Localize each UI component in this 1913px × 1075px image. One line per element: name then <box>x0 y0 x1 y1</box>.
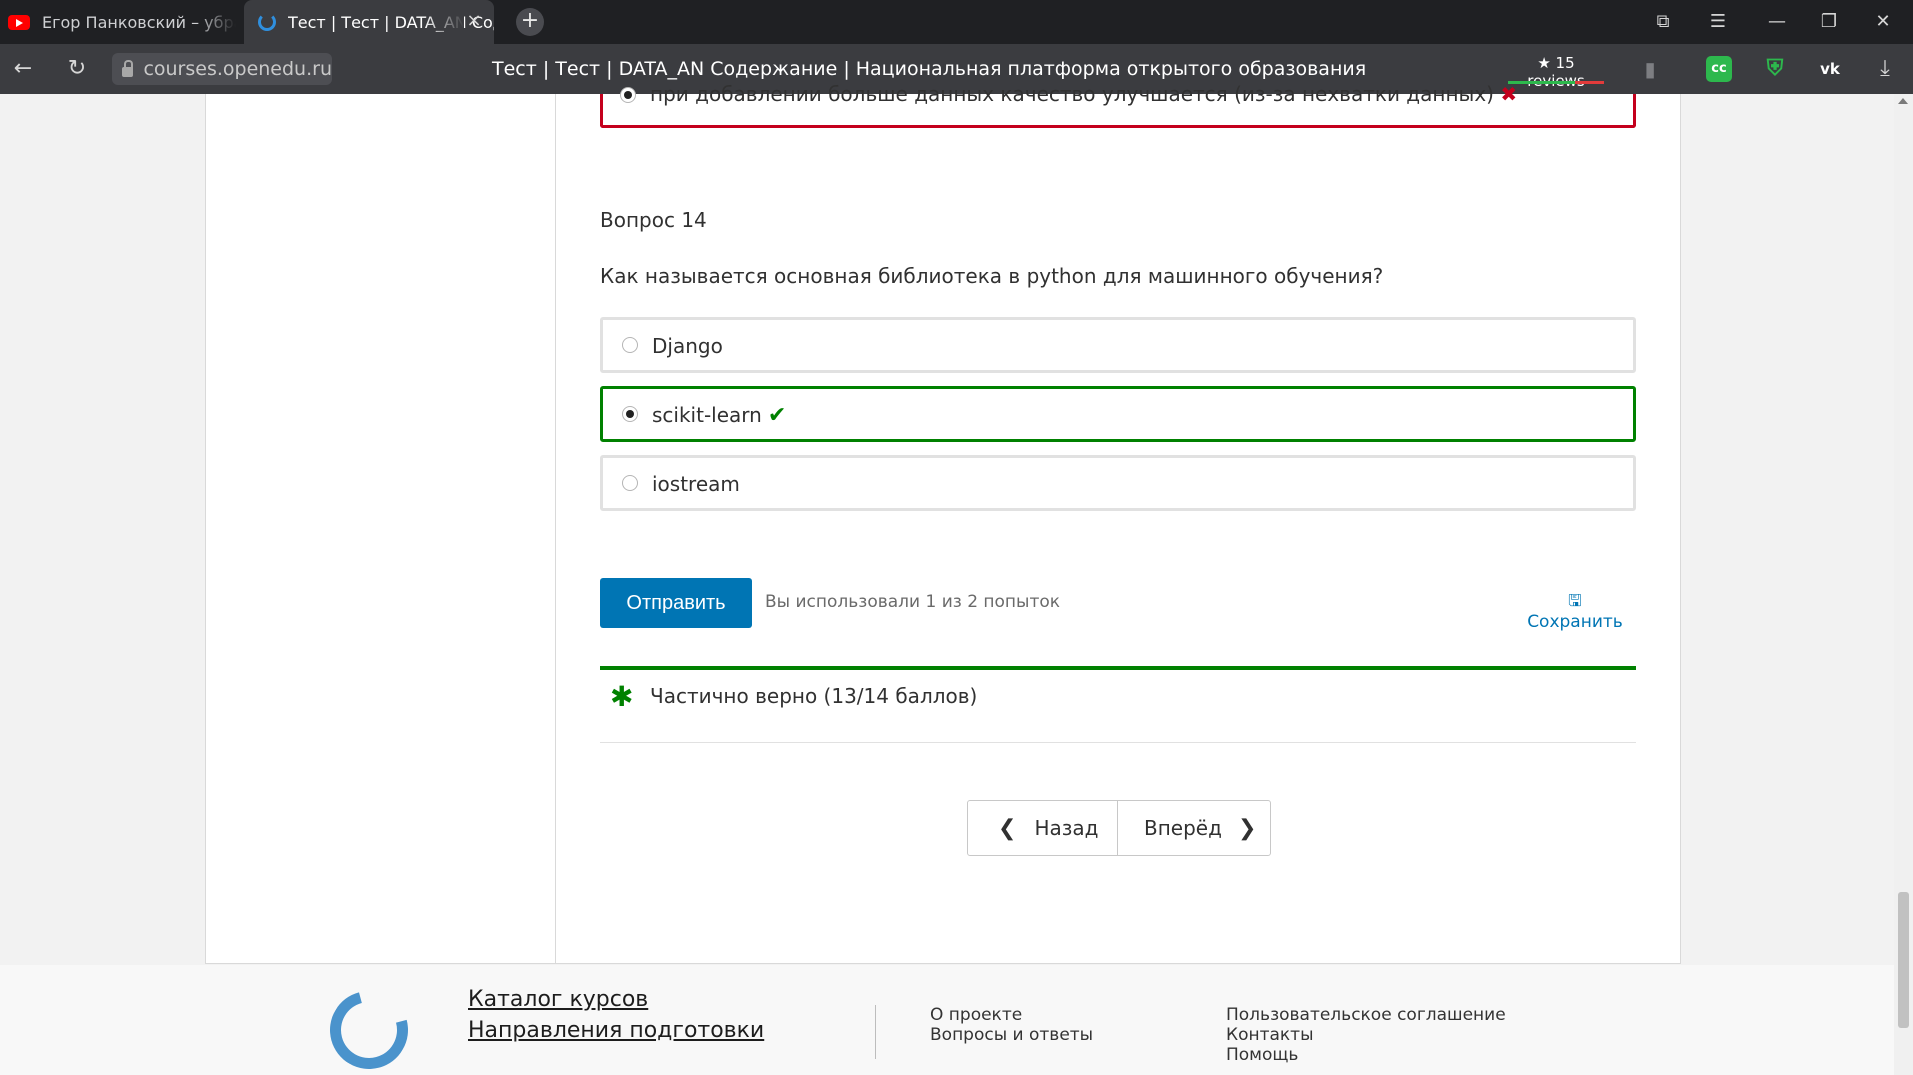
footer-link-catalog[interactable]: Каталог курсов <box>468 987 648 1012</box>
close-tab-icon[interactable]: × <box>464 10 484 31</box>
result-text: Частично верно (13/14 баллов) <box>650 684 978 708</box>
loading-spinner-icon <box>258 13 276 31</box>
attempts-text: Вы использовали 1 из 2 попыток <box>765 592 1061 612</box>
footer-link-help[interactable]: Помощь <box>1226 1045 1298 1065</box>
tab-fade <box>196 0 236 44</box>
answer-label: scikit-learn ✔ <box>652 403 786 428</box>
footer-link-directions[interactable]: Направления подготовки <box>468 1018 764 1043</box>
answer-option-django[interactable]: Django <box>600 317 1636 373</box>
minimize-icon[interactable]: — <box>1762 8 1792 36</box>
reviews-rating-bar <box>1508 81 1604 84</box>
previous-answer-radio[interactable] <box>620 87 636 103</box>
bookmark-icon[interactable]: ▮ <box>1635 54 1665 84</box>
tab-active-test[interactable]: Тест | Тест | DATA_AN Содержание × <box>244 0 494 44</box>
save-icon: 🖫 <box>1568 591 1582 610</box>
save-label: Сохранить <box>1527 612 1623 632</box>
result-notification: ✱ Частично верно (13/14 баллов) <box>600 666 1636 743</box>
course-container <box>205 94 1681 964</box>
footer-link-about[interactable]: О проекте <box>930 1005 1022 1025</box>
vk-icon[interactable]: vk <box>1817 56 1843 82</box>
submit-button[interactable]: Отправить <box>600 578 752 628</box>
reviews-text: ★ 15 reviews <box>1527 54 1584 90</box>
answer-radio[interactable] <box>622 337 638 353</box>
shield-extension-icon[interactable]: ⛨ <box>1762 56 1788 82</box>
browser-tab-bar: Егор Панковский – убрать Тест | Тест | D… <box>0 0 1913 44</box>
browser-page-title: Тест | Тест | DATA_AN Содержание | Нацио… <box>492 58 1367 80</box>
cc-extension-icon[interactable]: cc <box>1706 56 1732 82</box>
back-arrow-icon[interactable]: ← <box>8 54 38 84</box>
url-text: courses.openedu.ru <box>143 58 332 80</box>
menu-icon[interactable]: ☰ <box>1703 8 1733 36</box>
collections-icon[interactable]: ⧉ <box>1648 8 1678 36</box>
question-number: Вопрос 14 <box>600 208 707 232</box>
reviews-badge[interactable]: ★ 15 reviews <box>1508 54 1604 90</box>
answer-option-scikit-learn[interactable]: scikit-learn ✔ <box>600 386 1636 442</box>
openedu-logo[interactable] <box>315 976 423 1075</box>
answer-label-text: scikit-learn <box>652 403 762 427</box>
question-text: Как называется основная библиотека в pyt… <box>600 264 1384 288</box>
scrollbar-thumb[interactable] <box>1898 892 1909 1028</box>
incorrect-icon: ✖ <box>1500 82 1518 106</box>
footer-link-faq[interactable]: Вопросы и ответы <box>930 1025 1093 1045</box>
reload-icon[interactable]: ↻ <box>62 54 92 84</box>
answer-radio[interactable] <box>622 406 638 422</box>
sequence-navigation: ❮ Назад Вперёд ❯ <box>967 800 1271 856</box>
site-footer: Каталог курсов Направления подготовки О … <box>0 965 1913 1075</box>
footer-link-contacts[interactable]: Контакты <box>1226 1025 1314 1045</box>
youtube-icon <box>8 14 30 30</box>
answer-label: iostream <box>652 472 740 496</box>
answer-radio[interactable] <box>622 475 638 491</box>
previous-answer-label: при добавлении больше данных качество ул… <box>650 84 1517 104</box>
page-scrollbar[interactable] <box>1894 94 1913 1075</box>
chevron-left-icon: ❮ <box>998 816 1017 841</box>
chevron-right-icon: ❯ <box>1237 816 1257 841</box>
download-icon[interactable]: ⤓ <box>1870 54 1900 84</box>
course-sidebar <box>206 94 556 964</box>
page-content: при добавлении больше данных качество ул… <box>0 84 1913 1075</box>
partially-correct-icon: ✱ <box>610 680 634 713</box>
url-field[interactable]: courses.openedu.ru <box>112 53 332 85</box>
answer-option-iostream[interactable]: iostream <box>600 455 1636 511</box>
tab-youtube[interactable]: Егор Панковский – убрать <box>0 0 236 44</box>
restore-icon[interactable]: ❐ <box>1814 8 1844 36</box>
footer-divider <box>875 1005 876 1059</box>
next-label: Вперёд <box>1144 816 1222 840</box>
save-button[interactable]: 🖫 Сохранить <box>1525 591 1625 633</box>
tab-fade <box>424 0 464 44</box>
footer-link-terms[interactable]: Пользовательское соглашение <box>1226 1005 1506 1025</box>
lock-icon <box>122 60 134 77</box>
next-button[interactable]: Вперёд ❯ <box>1118 801 1270 855</box>
prev-label: Назад <box>1034 816 1099 840</box>
scroll-up-arrow-icon[interactable] <box>1898 98 1908 104</box>
new-tab-button[interactable]: + <box>516 8 544 36</box>
previous-answer-text: при добавлении больше данных качество ул… <box>650 82 1494 106</box>
close-window-icon[interactable]: ✕ <box>1868 8 1898 36</box>
correct-check-icon: ✔ <box>767 403 787 428</box>
prev-button[interactable]: ❮ Назад <box>968 801 1118 855</box>
answer-label: Django <box>652 334 723 358</box>
